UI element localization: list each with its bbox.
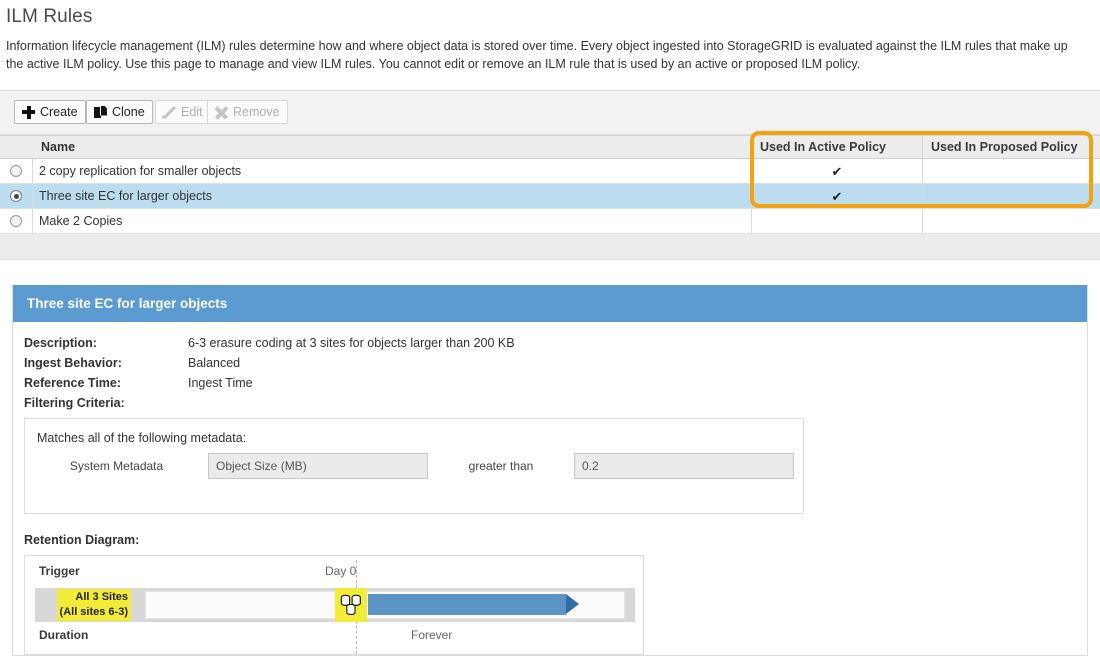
used-in-proposed-policy-cell	[923, 184, 1099, 208]
used-in-active-policy-cell: ✔	[752, 159, 923, 183]
retention-duration-row: Duration Forever	[25, 628, 643, 648]
x-icon	[215, 106, 228, 119]
page-description: Information lifecycle management (ILM) r…	[6, 39, 1068, 71]
checkmark-icon: ✔	[831, 163, 843, 179]
table-header-row: Name Used In Active Policy Used In Propo…	[0, 135, 1100, 159]
checkmark-icon: ✔	[831, 188, 843, 204]
rule-detail-panel: Three site EC for larger objects Descrip…	[12, 285, 1088, 656]
row-select-cell[interactable]	[0, 184, 33, 208]
metadata-field-input[interactable]: Object Size (MB)	[208, 453, 428, 479]
detail-label: Description:	[24, 336, 97, 350]
pencil-icon	[163, 106, 176, 119]
create-button-label: Create	[40, 105, 78, 119]
retention-diagram: Trigger Day 0 All 3 Sites (All sites 6-3…	[24, 555, 644, 655]
detail-label: Ingest Behavior:	[24, 356, 122, 370]
edit-button-label: Edit	[181, 105, 203, 119]
duration-value: Forever	[411, 628, 453, 642]
rules-toolbar: Create Clone Edit Remove	[0, 90, 1100, 135]
retention-duration-bar	[368, 594, 566, 615]
column-header-used-in-active-policy[interactable]: Used In Active Policy	[752, 136, 923, 158]
detail-value: 6-3 erasure coding at 3 sites for object…	[188, 336, 515, 350]
retention-timeline-band: All 3 Sites (All sites 6-3)	[35, 588, 635, 622]
retention-trigger-row: Trigger Day 0	[25, 564, 643, 584]
used-in-active-policy-cell	[752, 209, 923, 233]
filtering-criteria-box: Matches all of the following metadata: S…	[24, 418, 804, 514]
disk-stack-icon	[335, 588, 367, 622]
detail-field-ingest-behavior: Ingest Behavior: Balanced	[13, 356, 1087, 370]
filter-type-label: System Metadata	[69, 459, 164, 473]
used-in-proposed-policy-cell	[923, 159, 1099, 183]
placement-site-label: All 3 Sites (All sites 6-3)	[56, 589, 131, 621]
rule-detail-title: Three site EC for larger objects	[13, 285, 1087, 322]
metadata-value-input[interactable]: 0.2	[574, 453, 794, 479]
used-in-active-policy-cell: ✔	[752, 184, 923, 208]
used-in-proposed-policy-cell	[923, 209, 1099, 233]
placement-site-line1: All 3 Sites	[75, 591, 128, 603]
row-select-cell[interactable]	[0, 159, 33, 183]
detail-field-filtering-criteria: Filtering Criteria:	[13, 396, 1087, 410]
ilm-rules-table: Name Used In Active Policy Used In Propo…	[0, 135, 1100, 260]
clone-button-label: Clone	[112, 105, 145, 119]
detail-field-reference-time: Reference Time: Ingest Time	[13, 376, 1087, 390]
table-row[interactable]: Three site EC for larger objects ✔	[0, 184, 1100, 209]
copy-icon	[94, 106, 107, 119]
filter-box-title: Matches all of the following metadata:	[37, 431, 247, 445]
detail-value: Ingest Time	[188, 376, 253, 390]
clone-button[interactable]: Clone	[86, 100, 153, 124]
row-radio-button[interactable]	[10, 165, 22, 177]
trigger-time-value: Day 0	[325, 564, 357, 578]
create-button[interactable]: Create	[14, 100, 86, 124]
table-footer-bar	[0, 234, 1100, 260]
detail-label: Filtering Criteria:	[24, 396, 125, 410]
column-header-name[interactable]: Name	[33, 136, 752, 158]
retention-diagram-label: Retention Diagram:	[24, 533, 140, 547]
remove-button: Remove	[207, 100, 288, 124]
detail-label: Reference Time:	[24, 376, 122, 390]
rule-name: 2 copy replication for smaller objects	[33, 159, 752, 183]
row-radio-button[interactable]	[10, 215, 22, 227]
table-row[interactable]: 2 copy replication for smaller objects ✔	[0, 159, 1100, 184]
detail-value: Balanced	[188, 356, 241, 370]
forever-arrow-icon	[566, 594, 579, 614]
detail-field-description: Description: 6-3 erasure coding at 3 sit…	[13, 336, 1087, 350]
plus-icon	[22, 105, 35, 119]
page-title: ILM Rules	[6, 6, 93, 27]
placement-site-line2: (All sites 6-3)	[59, 606, 128, 618]
rule-detail-body: Description: 6-3 erasure coding at 3 sit…	[13, 322, 1087, 655]
filter-operator-label: greater than	[468, 459, 534, 473]
trigger-label: Trigger	[39, 564, 80, 578]
rule-name: Make 2 Copies	[33, 209, 752, 233]
row-select-cell[interactable]	[0, 209, 33, 233]
rule-name: Three site EC for larger objects	[33, 184, 752, 208]
table-row[interactable]: Make 2 Copies	[0, 209, 1100, 234]
duration-label: Duration	[39, 628, 89, 642]
filter-criteria-row: System Metadata Object Size (MB) greater…	[25, 453, 803, 479]
row-radio-button[interactable]	[10, 190, 22, 202]
header-select-cell	[0, 136, 33, 158]
column-header-used-in-proposed-policy[interactable]: Used In Proposed Policy	[923, 136, 1099, 158]
edit-button: Edit	[155, 100, 211, 124]
remove-button-label: Remove	[233, 105, 280, 119]
